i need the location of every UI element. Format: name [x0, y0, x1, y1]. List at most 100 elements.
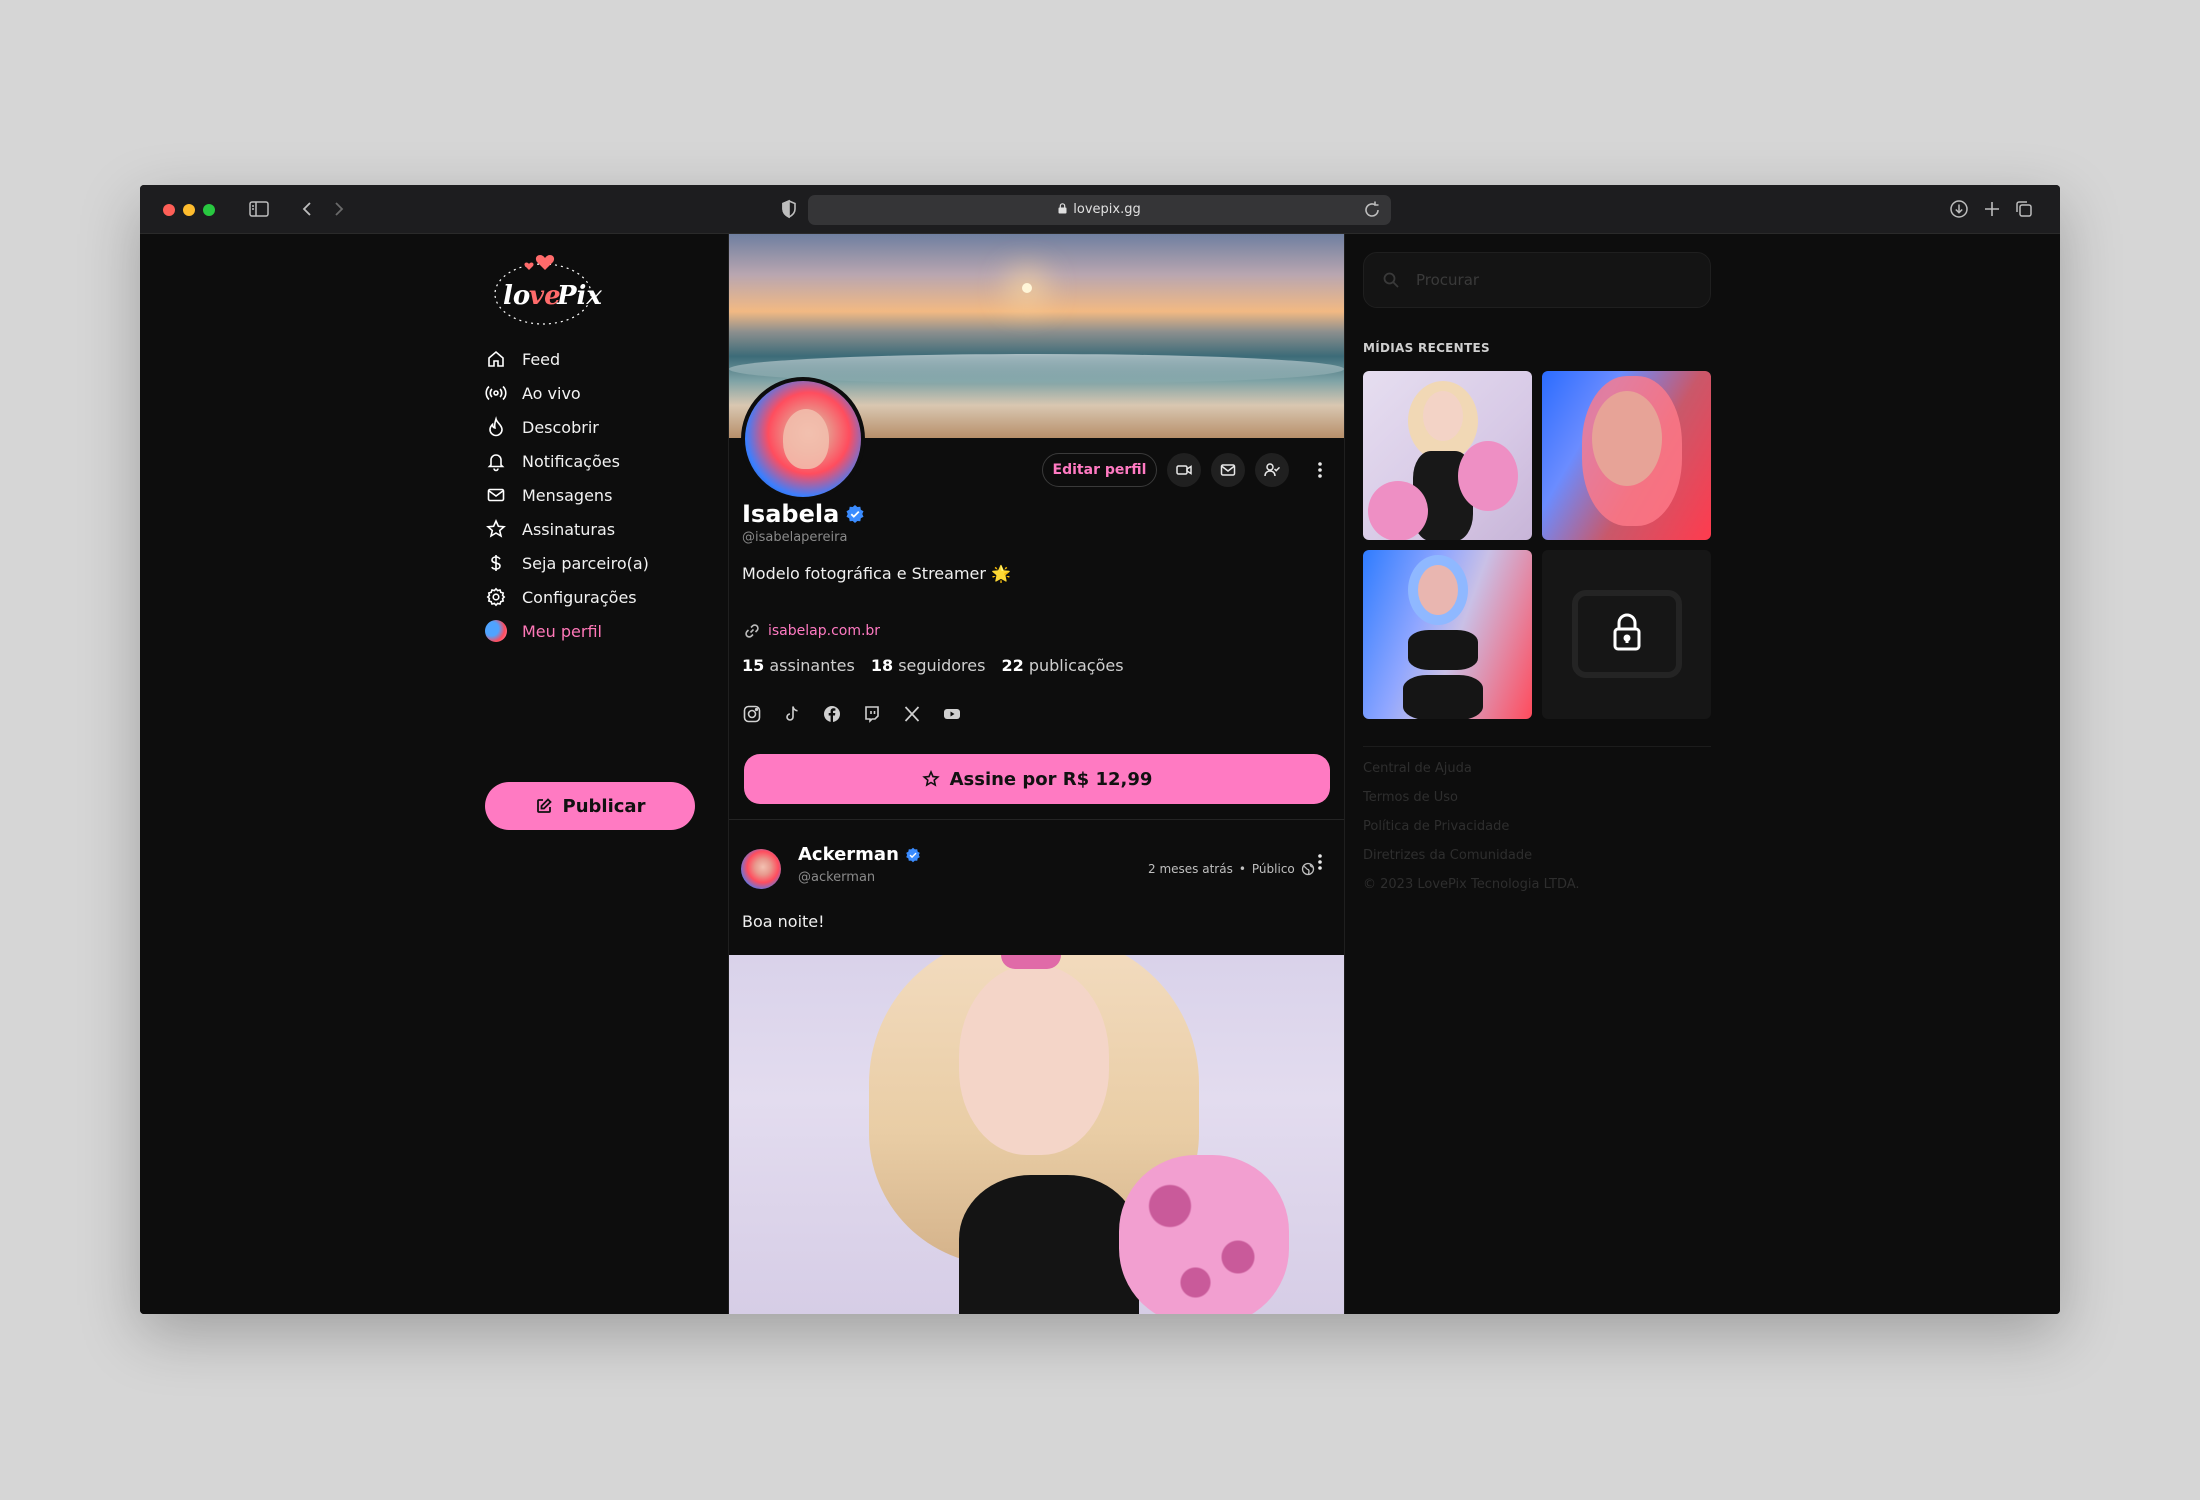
meta-separator: • [1238, 862, 1246, 876]
locked-media-thumb[interactable] [1542, 550, 1711, 719]
tab-overview-icon[interactable] [2013, 198, 2035, 220]
stat-posts[interactable]: 22 publicações [1001, 656, 1123, 675]
bell-icon [485, 450, 507, 472]
profile-handle: @isabelapereira [742, 530, 848, 545]
nav-item-meu-perfil[interactable]: Meu perfil [485, 616, 685, 646]
post-author-name[interactable]: Ackerman [798, 844, 899, 865]
user-check-icon [1264, 463, 1281, 477]
search-input[interactable]: Procurar [1363, 252, 1711, 308]
profile-more-options-icon[interactable] [1310, 453, 1330, 487]
instagram-icon[interactable] [742, 704, 762, 724]
nav-label: Assinaturas [522, 519, 616, 539]
nav-item-configuracoes[interactable]: Configurações [485, 582, 685, 612]
post-author-row: Ackerman [798, 844, 921, 865]
stat-subscribers[interactable]: 15 assinantes [742, 656, 855, 675]
post-image[interactable] [729, 955, 1344, 1314]
posts-count: 22 [1001, 656, 1024, 675]
posts-label: publicações [1028, 656, 1124, 675]
search-placeholder: Procurar [1416, 271, 1480, 289]
post-more-options-icon[interactable] [1310, 845, 1330, 879]
thumb-figure-bottom [1403, 675, 1483, 719]
followers-label: seguidores [898, 656, 986, 675]
left-sidebar: lo ve Pix Feed Ao vivo Descobrir Notific… [140, 234, 728, 1314]
broadcast-icon [485, 382, 507, 404]
profile-avatar[interactable] [741, 377, 865, 501]
post-time: 2 meses atrás [1148, 862, 1233, 876]
profile-bio: Modelo fotográfica e Streamer 🌟 [742, 564, 1011, 583]
post-meta: 2 meses atrás • Público [1148, 862, 1315, 876]
reload-icon[interactable] [1361, 199, 1381, 219]
recent-media-title: MÍDIAS RECENTES [1363, 341, 1490, 355]
forward-arrow-icon[interactable] [328, 198, 350, 220]
svg-text:Pix: Pix [556, 281, 602, 311]
recent-media-thumb[interactable] [1363, 550, 1532, 719]
send-message-button[interactable] [1211, 453, 1245, 487]
post-image-sleeve [1119, 1155, 1289, 1314]
nav-label: Feed [522, 349, 561, 369]
footer-divider [1363, 746, 1711, 747]
twitch-icon[interactable] [862, 704, 882, 724]
followers-count: 18 [870, 656, 894, 675]
nav-item-feed[interactable]: Feed [485, 344, 685, 374]
svg-text:ve: ve [529, 281, 561, 311]
address-bar[interactable]: lovepix.gg [808, 195, 1391, 225]
cover-sun [1022, 283, 1032, 293]
footer-link-help[interactable]: Central de Ajuda [1363, 761, 1580, 790]
post-image-headband [1001, 955, 1061, 969]
right-sidebar: Procurar MÍDIAS RECENTES Central de Ajud… [1345, 234, 2060, 1314]
my-profile-avatar [485, 620, 507, 642]
maximize-window-button[interactable] [203, 204, 215, 216]
sidebar-toggle-icon[interactable] [248, 198, 270, 220]
new-tab-plus-icon[interactable] [1981, 198, 2003, 220]
video-camera-icon [1176, 465, 1192, 475]
footer-link-guidelines[interactable]: Diretrizes da Comunidade [1363, 848, 1580, 877]
thumb-figure-sleeve [1458, 441, 1518, 511]
website-text: isabelap.com.br [768, 623, 881, 639]
close-window-button[interactable] [163, 204, 175, 216]
subscribe-button[interactable]: Assine por R$ 12,99 [744, 754, 1330, 804]
footer-link-terms[interactable]: Termos de Uso [1363, 790, 1580, 819]
lock-icon [1058, 203, 1067, 214]
post-image-face [959, 965, 1109, 1155]
profile-name: Isabela [742, 500, 840, 528]
nav-item-notificacoes[interactable]: Notificações [485, 446, 685, 476]
download-icon[interactable] [1948, 198, 1970, 220]
recent-media-thumb[interactable] [1363, 371, 1532, 540]
nav-item-descobrir[interactable]: Descobrir [485, 412, 685, 442]
url-text: lovepix.gg [1073, 202, 1141, 217]
privacy-shield-icon[interactable] [778, 198, 800, 220]
footer-copyright: © 2023 LovePix Tecnologia LTDA. [1363, 877, 1580, 892]
nav-label: Configurações [522, 587, 637, 607]
nav-item-assinaturas[interactable]: Assinaturas [485, 514, 685, 544]
nav-item-seja-parceiro[interactable]: Seja parceiro(a) [485, 548, 685, 578]
lovepix-logo[interactable]: lo ve Pix [485, 252, 605, 327]
social-links [742, 704, 962, 724]
thumb-figure-sleeve-2 [1368, 481, 1428, 540]
post-author-avatar[interactable] [741, 849, 781, 889]
publish-label: Publicar [562, 795, 646, 817]
home-icon [485, 348, 507, 370]
publish-button[interactable]: Publicar [485, 782, 695, 830]
stat-followers[interactable]: 18 seguidores [871, 656, 986, 675]
minimize-window-button[interactable] [183, 204, 195, 216]
nav-item-ao-vivo[interactable]: Ao vivo [485, 378, 685, 408]
profile-website-link[interactable]: isabelap.com.br [744, 623, 880, 639]
back-arrow-icon[interactable] [296, 198, 318, 220]
browser-titlebar: lovepix.gg [140, 185, 2060, 234]
video-call-button[interactable] [1167, 453, 1201, 487]
youtube-icon[interactable] [942, 704, 962, 724]
profile-column: Editar perfil Isabela @isabelapereira Mo… [728, 234, 1345, 1314]
search-icon [1383, 272, 1399, 288]
thumb-figure-top [1408, 630, 1478, 670]
edit-profile-button[interactable]: Editar perfil [1042, 453, 1157, 487]
x-icon[interactable] [902, 704, 922, 724]
facebook-icon[interactable] [822, 704, 842, 724]
profile-name-row: Isabela [742, 500, 865, 528]
subscribe-label: Assine por R$ 12,99 [949, 768, 1153, 790]
nav-item-mensagens[interactable]: Mensagens [485, 480, 685, 510]
nav-label: Descobrir [522, 417, 599, 437]
recent-media-thumb[interactable] [1542, 371, 1711, 540]
follow-button[interactable] [1255, 453, 1289, 487]
tiktok-icon[interactable] [782, 704, 802, 724]
footer-link-privacy[interactable]: Política de Privacidade [1363, 819, 1580, 848]
